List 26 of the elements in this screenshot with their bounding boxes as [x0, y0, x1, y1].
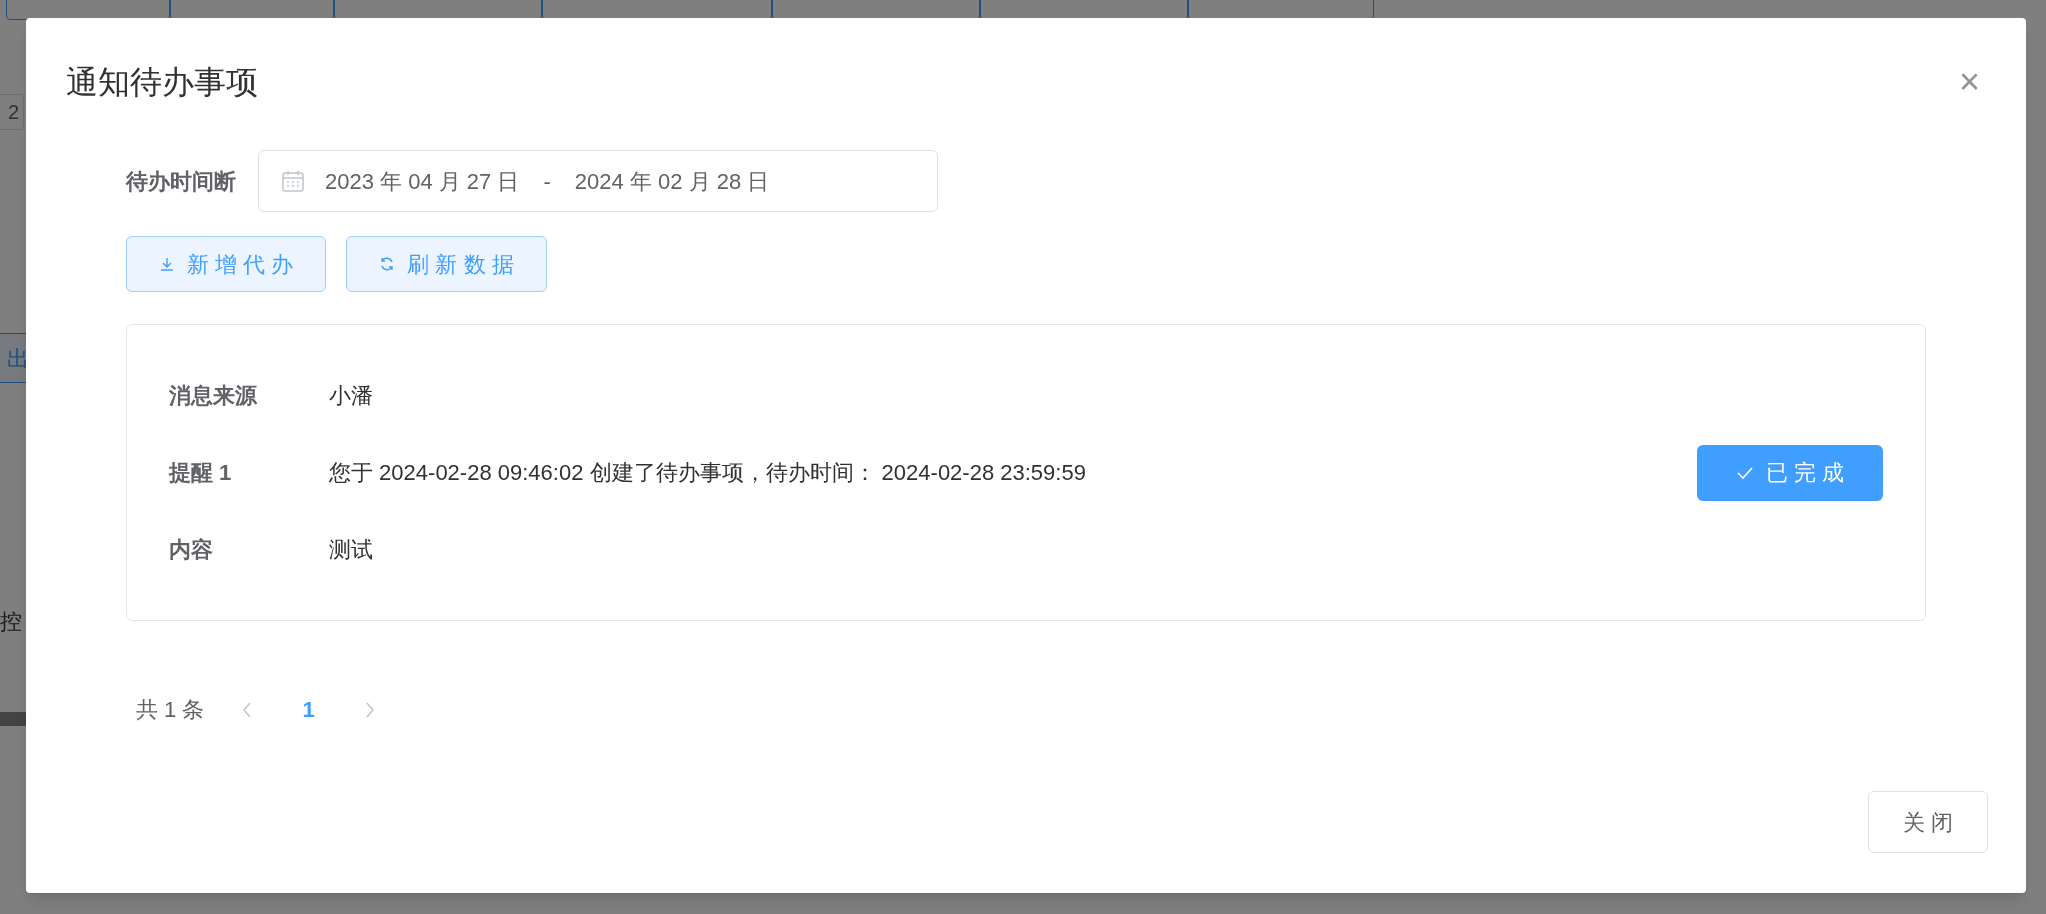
done-button[interactable]: 已 完 成 [1697, 444, 1883, 501]
date-range-label: 待办时间断 [126, 167, 236, 196]
field-label: 消息来源 [169, 382, 258, 410]
start-date: 2023 年 04 月 27 日 [325, 167, 520, 196]
field-value: 小潘 [329, 382, 373, 410]
field-label: 内容 [169, 536, 214, 564]
field-label: 提醒 1 [169, 459, 233, 487]
add-todo-button[interactable]: 新 增 代 办 [126, 236, 327, 292]
download-icon [159, 256, 175, 272]
background-field[interactable]: 2 [0, 94, 24, 130]
total-count: 共 1 条 [136, 696, 205, 724]
check-icon [1735, 465, 1754, 480]
field-value: 测试 [329, 536, 373, 564]
end-date: 2024 年 02 月 28 日 [574, 167, 770, 196]
close-button[interactable]: 关 闭 [1868, 791, 1988, 853]
page-number[interactable]: 1 [302, 693, 315, 726]
refresh-icon [379, 256, 396, 272]
next-page-icon[interactable] [364, 701, 375, 718]
calendar-icon [281, 169, 305, 193]
date-range-field[interactable]: 2023 年 04 月 27 日 - 2024 年 02 月 28 日 [258, 150, 938, 212]
dialog-title: 通知待办事项 [66, 63, 258, 102]
previous-page-icon[interactable] [242, 701, 253, 718]
field-value: 您于 2024-02-28 09:46:02 创建了待办事项，待办时间： 2024-02-28 23:59:59 [329, 459, 1086, 487]
range-separator: - [542, 167, 552, 196]
refresh-button[interactable]: 刷 新 数 据 [346, 236, 547, 292]
background-text: 控 [0, 608, 22, 636]
